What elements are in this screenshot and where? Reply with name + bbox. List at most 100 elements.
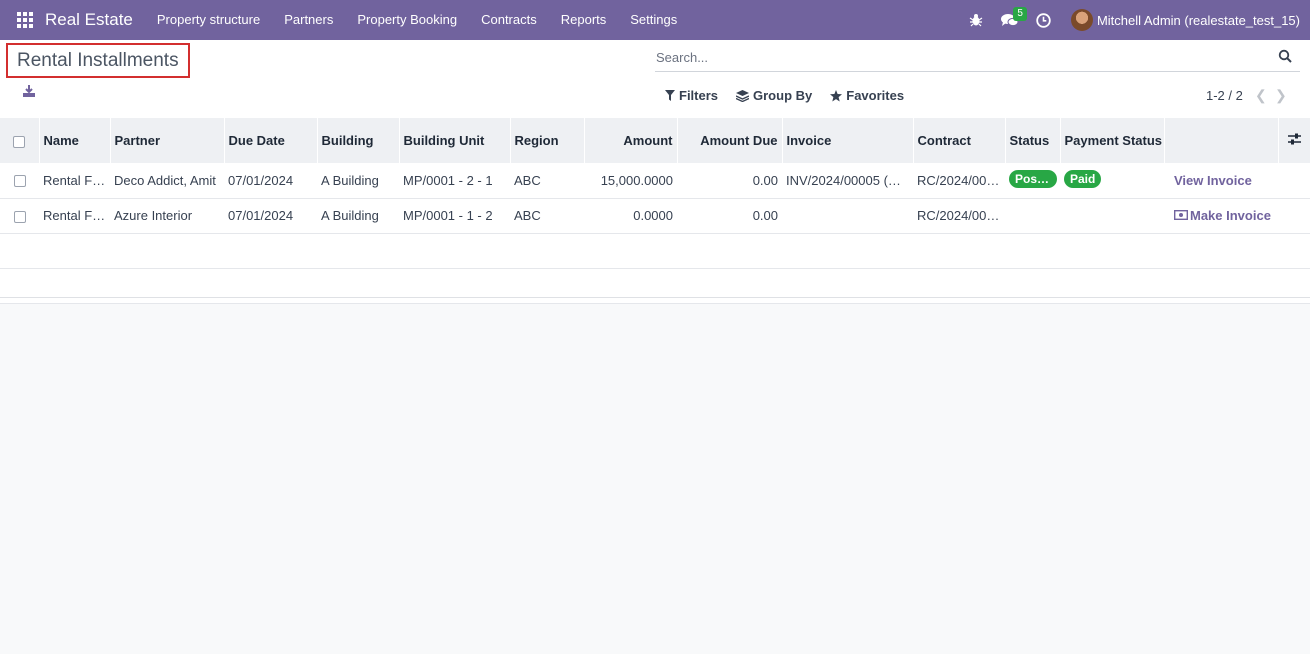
sliders-icon [1287,133,1301,145]
cell-building[interactable]: A Building [317,163,399,199]
col-header-payment-status[interactable]: Payment Status [1060,118,1165,163]
installments-table: Name Partner Due Date Building Building … [0,118,1310,304]
messages-chat-icon[interactable]: 5 [993,0,1027,40]
cell-amount[interactable]: 15,000.0000 [584,163,677,199]
table-header-row: Name Partner Due Date Building Building … [0,118,1310,163]
cell-building-unit[interactable]: MP/0001 - 2 - 1 [399,163,510,199]
cell-region[interactable]: ABC [510,198,584,234]
debug-bug-icon[interactable] [959,0,993,40]
row-checkbox[interactable] [13,210,26,223]
cell-action: View Invoice [1164,163,1278,199]
top-navbar: Real Estate Property structure Partners … [0,0,1310,40]
menu-contracts[interactable]: Contracts [469,0,549,40]
page-title: Rental Installments [6,43,190,78]
app-brand[interactable]: Real Estate [45,10,133,30]
cell-amount-due[interactable]: 0.00 [677,198,782,234]
messages-count-badge: 5 [1013,7,1027,21]
col-header-building-unit[interactable]: Building Unit [399,118,511,163]
cell-empty [1278,163,1310,199]
cell-due-date[interactable]: 07/01/2024 [224,163,317,199]
menu-property-structure[interactable]: Property structure [145,0,272,40]
navbar-systray: 5 Mitchell Admin (realestate_test_15) [959,0,1310,40]
filter-funnel-icon [665,90,675,101]
favorites-button[interactable]: Favorites [830,88,904,103]
cell-name[interactable]: Rental Fee [39,163,110,199]
col-header-partner[interactable]: Partner [110,118,225,163]
cell-contract[interactable]: RC/2024/00002 [913,198,1005,234]
list-view: Name Partner Due Date Building Building … [0,118,1310,304]
cell-partner[interactable]: Azure Interior [110,198,224,234]
col-header-status[interactable]: Status [1005,118,1061,163]
make-invoice-label: Make Invoice [1190,207,1271,223]
select-all-checkbox[interactable] [13,135,26,148]
cell-payment-status[interactable] [1060,198,1164,234]
list-bottom-divider [0,297,1310,298]
cell-partner[interactable]: Deco Addict, Amit [110,163,224,199]
row-select-cell [0,198,39,234]
export-download-icon[interactable] [22,84,42,104]
filters-label: Filters [679,88,719,103]
apps-menu-icon[interactable] [0,0,50,40]
control-panel: Rental Installments Filters Group By Fav… [0,40,1310,118]
empty-cell [0,233,1310,269]
cell-payment-status[interactable]: Paid [1060,163,1164,199]
star-icon [830,89,843,101]
col-header-contract[interactable]: Contract [913,118,1006,163]
menu-settings[interactable]: Settings [618,0,689,40]
cell-contract[interactable]: RC/2024/00001 [913,163,1005,199]
pager: 1-2 / 2 ❮ ❯ [1206,87,1291,104]
user-avatar[interactable] [1070,9,1093,31]
search-options: Filters Group By Favorites [665,88,904,103]
cell-invoice[interactable]: INV/2024/00005 (Rental Fee) [782,163,913,199]
col-header-region[interactable]: Region [510,118,585,163]
cell-action: Make Invoice [1164,198,1278,234]
payment-status-badge: Paid [1064,169,1102,188]
cell-status[interactable] [1005,198,1060,234]
cell-empty [1278,198,1310,234]
cell-due-date[interactable]: 07/01/2024 [224,198,317,234]
cell-amount[interactable]: 0.0000 [584,198,677,234]
col-header-amount-due[interactable]: Amount Due [677,118,783,163]
status-badge: Posted [1009,169,1057,188]
group-by-label: Group By [753,88,813,103]
cell-invoice[interactable] [782,198,913,234]
col-header-building[interactable]: Building [317,118,400,163]
optional-columns-toggle[interactable] [1278,118,1310,163]
cell-building-unit[interactable]: MP/0001 - 1 - 2 [399,198,510,234]
menu-partners[interactable]: Partners [272,0,345,40]
activities-clock-icon[interactable] [1027,0,1061,40]
col-header-due-date[interactable]: Due Date [224,118,318,163]
money-icon [1174,210,1188,221]
view-invoice-button[interactable]: View Invoice [1174,173,1252,188]
row-checkbox[interactable] [13,175,26,188]
search-input[interactable] [655,45,1255,69]
search-bar [655,45,1300,72]
cell-status[interactable]: Posted [1005,163,1060,199]
table-row[interactable]: Rental Fee Azure Interior 07/01/2024 A B… [0,198,1310,234]
pager-previous-icon[interactable]: ❮ [1251,87,1271,104]
cell-region[interactable]: ABC [510,163,584,199]
cell-name[interactable]: Rental Fee [39,198,110,234]
row-select-cell [0,163,39,199]
col-header-invoice[interactable]: Invoice [782,118,914,163]
table-row[interactable]: Rental Fee Deco Addict, Amit 07/01/2024 … [0,163,1310,199]
col-header-action [1164,118,1279,163]
group-by-button[interactable]: Group By [736,88,812,103]
layers-icon [736,89,750,102]
pager-value[interactable]: 1-2 / 2 [1206,88,1243,103]
col-header-amount[interactable]: Amount [584,118,678,163]
empty-row [0,233,1310,269]
main-menu: Property structure Partners Property Boo… [145,0,689,40]
favorites-label: Favorites [846,88,905,103]
cell-amount-due[interactable]: 0.00 [677,163,782,199]
cell-building[interactable]: A Building [317,198,399,234]
user-menu-name[interactable]: Mitchell Admin (realestate_test_15) [1097,13,1300,28]
search-magnifier-icon[interactable] [1278,49,1294,65]
make-invoice-button[interactable]: Make Invoice [1174,208,1271,223]
pager-next-icon[interactable]: ❯ [1271,87,1291,104]
menu-reports[interactable]: Reports [549,0,619,40]
select-all-cell [0,118,40,163]
menu-property-booking[interactable]: Property Booking [345,0,469,40]
filters-button[interactable]: Filters [665,88,718,103]
col-header-name[interactable]: Name [39,118,111,163]
